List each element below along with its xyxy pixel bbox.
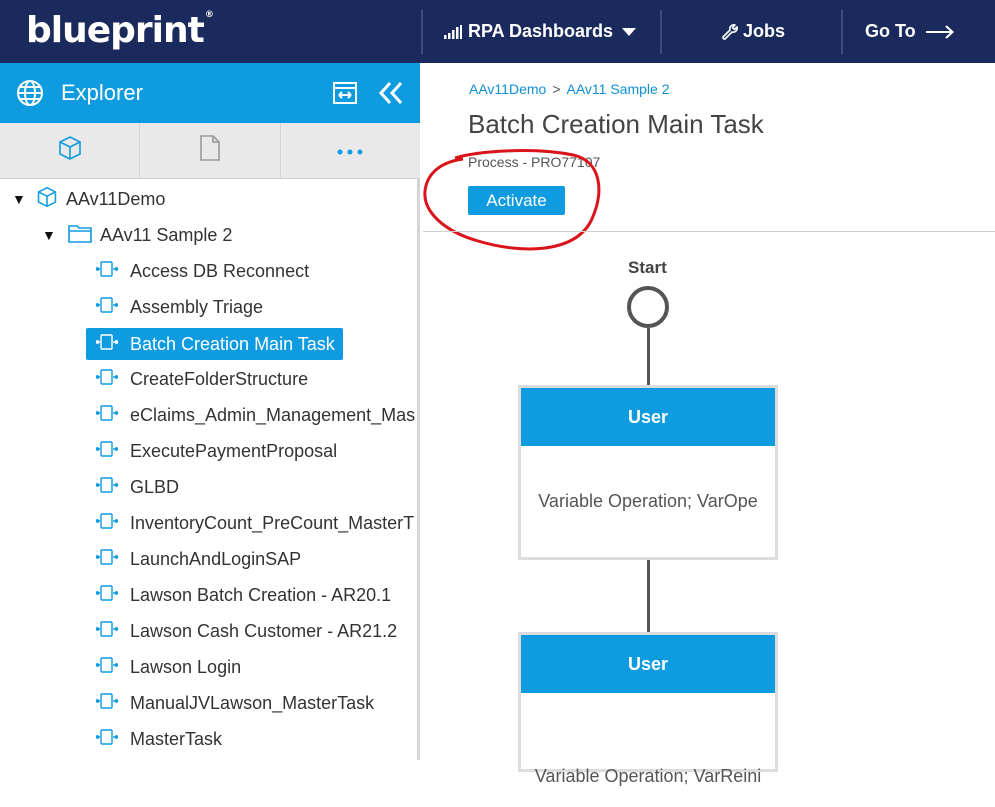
process-icon xyxy=(96,476,119,498)
red-circle-annotation xyxy=(423,149,601,251)
tree-item[interactable]: MasterTask xyxy=(96,724,418,754)
tree-item-label: InventoryCount_PreCount_MasterT xyxy=(130,512,415,533)
tree-item[interactable]: ExecutePaymentProposal xyxy=(96,436,418,466)
tree-item[interactable]: CreateFolderStructure xyxy=(96,364,418,394)
tree-item-label: MasterTask xyxy=(130,728,223,749)
connector-line xyxy=(647,328,650,385)
process-icon xyxy=(96,656,119,678)
process-icon xyxy=(96,692,119,714)
tree-item[interactable]: Assembly Triage xyxy=(96,292,418,322)
explorer-title: Explorer xyxy=(61,80,143,105)
tree-item-label: Lawson Batch Creation - AR20.1 xyxy=(130,584,392,605)
tree-item[interactable]: Lawson Login xyxy=(96,652,418,682)
arrow-right-icon xyxy=(925,24,954,39)
process-icon xyxy=(96,368,119,390)
tree-item[interactable]: GLBD xyxy=(96,472,418,502)
caret-down-icon[interactable]: ▼ xyxy=(42,227,58,243)
folder-icon xyxy=(68,223,92,248)
process-icon xyxy=(96,728,119,750)
process-icon xyxy=(96,512,119,534)
tree-item[interactable]: Batch Creation Main Task xyxy=(86,328,343,360)
task-header: User xyxy=(521,635,775,693)
explorer-header: Explorer xyxy=(0,63,420,123)
task-header: User xyxy=(521,388,775,446)
explorer-tabs xyxy=(0,123,420,179)
process-icon xyxy=(96,584,119,606)
task-node[interactable]: User Variable Operation; VarOpe xyxy=(518,385,778,560)
process-icon xyxy=(96,440,119,462)
caret-down-icon[interactable]: ▼ xyxy=(12,191,28,207)
divider xyxy=(841,10,843,54)
process-icon xyxy=(96,404,119,426)
connector-line xyxy=(647,560,650,633)
jobs-link[interactable]: Jobs xyxy=(721,0,785,63)
more-dots-icon xyxy=(337,142,363,160)
jobs-label: Jobs xyxy=(743,21,786,41)
tree-item-label: ExecutePaymentProposal xyxy=(130,440,338,461)
task-body-text: Variable Operation; VarReini xyxy=(534,766,762,786)
cube-icon xyxy=(36,186,58,213)
tree-item-label: CreateFolderStructure xyxy=(130,368,309,389)
tree-item[interactable]: InventoryCount_PreCount_MasterT xyxy=(96,508,418,538)
task-node[interactable]: User Variable Operation; VarReini xyxy=(518,632,778,786)
tab-documents[interactable] xyxy=(140,123,281,178)
document-icon xyxy=(199,135,221,166)
expand-panel-icon[interactable] xyxy=(333,82,357,109)
start-label: Start xyxy=(628,258,667,277)
tree-root-label: AAv11Demo xyxy=(66,188,166,209)
process-icon xyxy=(96,260,119,282)
explorer-sidebar: Explorer ▼ AAv11Demo ▼ AAv11 Sample 2 Ac… xyxy=(0,63,420,760)
divider-line xyxy=(423,231,995,232)
process-icon xyxy=(96,548,119,570)
globe-icon xyxy=(16,79,44,112)
blueprint-logo[interactable]: blueprint® xyxy=(26,10,214,51)
task-body: Variable Operation; VarOpe xyxy=(538,491,758,511)
collapse-sidebar-icon[interactable] xyxy=(378,81,404,110)
cube-icon xyxy=(57,135,83,166)
main-content: AAv11Demo > AAv11 Sample 2 Batch Creation … xyxy=(423,63,995,786)
task-body: Variable Operation; VarReini xyxy=(521,693,775,807)
tree-item[interactable]: Lawson Batch Creation - AR20.1 xyxy=(96,580,418,610)
process-icon xyxy=(96,296,119,318)
tree-item-label: GLBD xyxy=(130,476,180,497)
tree-item[interactable]: LaunchAndLoginSAP xyxy=(96,544,418,574)
tree-item-label: Lawson Login xyxy=(130,656,242,677)
tree-item-label: ManualJVLawson_MasterTask xyxy=(130,692,375,713)
tree-item[interactable]: ManualJVLawson_MasterTask xyxy=(96,688,418,718)
process-icon xyxy=(95,333,119,355)
wrench-icon xyxy=(721,23,739,41)
divider xyxy=(660,10,662,54)
tab-more[interactable] xyxy=(281,123,420,178)
tab-projects[interactable] xyxy=(0,123,141,178)
caret-down-icon xyxy=(622,27,637,36)
go-to-label: Go To xyxy=(865,21,916,41)
tree-folder[interactable]: ▼ AAv11 Sample 2 xyxy=(42,220,232,250)
tree-item-label: Assembly Triage xyxy=(130,296,264,317)
tree-item-label: LaunchAndLoginSAP xyxy=(130,548,302,569)
tree-item-label: eClaims_Admin_Management_Mas xyxy=(130,404,416,425)
tree-root[interactable]: ▼ AAv11Demo xyxy=(12,184,165,214)
top-bar: blueprint® RPA Dashboards Jobs Go To xyxy=(0,0,995,63)
tree-item-label: Batch Creation Main Task xyxy=(130,333,335,354)
tree-item[interactable]: Lawson Cash Customer - AR21.2 xyxy=(96,616,418,646)
go-to-menu[interactable]: Go To xyxy=(865,0,954,63)
tree-item-label: Access DB Reconnect xyxy=(130,260,310,281)
divider xyxy=(421,10,423,54)
rpa-dashboards-label: RPA Dashboards xyxy=(468,21,614,41)
tree-item[interactable]: Access DB Reconnect xyxy=(96,256,418,286)
tree-item-label: Lawson Cash Customer - AR21.2 xyxy=(130,620,398,641)
tree-item[interactable]: eClaims_Admin_Management_Mas xyxy=(96,400,418,430)
signal-bars-icon xyxy=(444,24,462,39)
start-node[interactable] xyxy=(627,286,669,328)
process-icon xyxy=(96,620,119,642)
tree-folder-label: AAv11 Sample 2 xyxy=(100,224,233,245)
rpa-dashboards-menu[interactable]: RPA Dashboards xyxy=(444,0,637,63)
